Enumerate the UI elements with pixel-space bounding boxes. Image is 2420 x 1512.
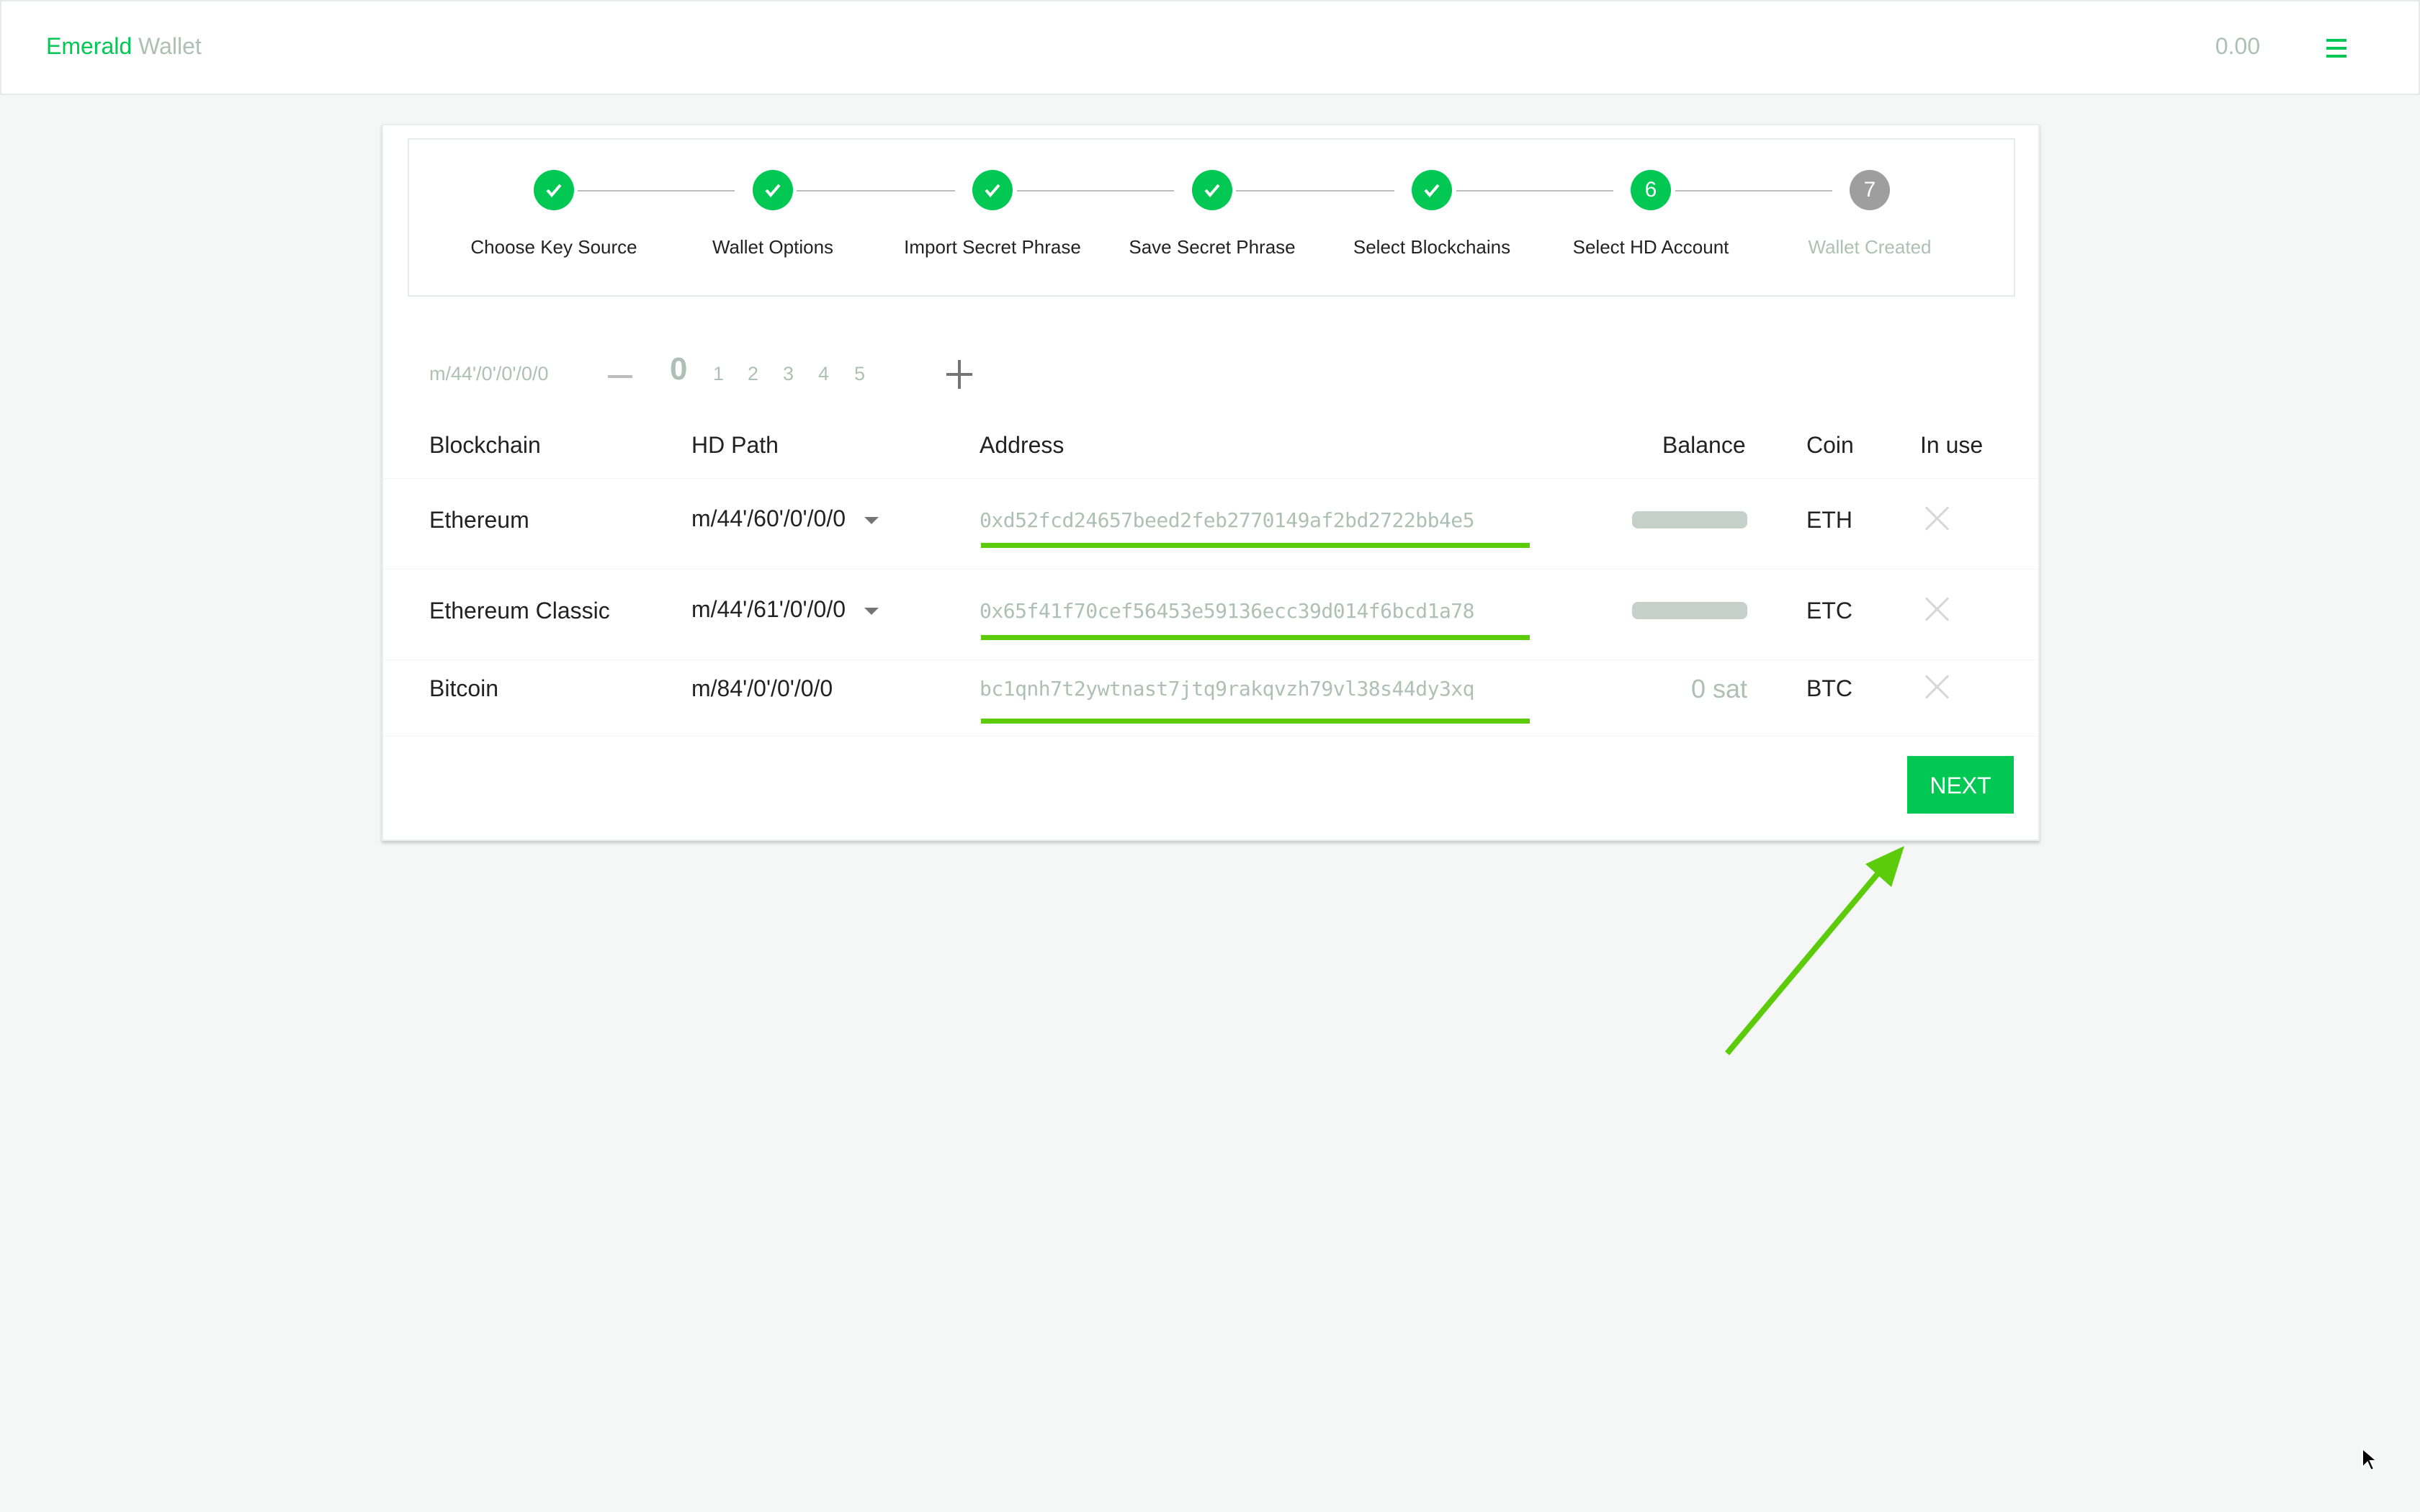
logo-secondary: Wallet: [138, 33, 202, 59]
account-option[interactable]: 4: [818, 363, 829, 385]
address-underline: [981, 719, 1530, 724]
app-logo[interactable]: Emerald Wallet: [46, 33, 202, 60]
address-field[interactable]: 0xd52fcd24657beed2feb2770149af2bd2722bb4…: [980, 508, 1475, 532]
step-connector: [1456, 190, 1613, 192]
step-label: Wallet Options: [712, 236, 834, 258]
header-coin: Coin: [1806, 432, 1854, 458]
mouse-cursor-icon: [2362, 1447, 2379, 1472]
account-option-selected[interactable]: 0: [670, 351, 687, 387]
hamburger-menu-icon[interactable]: [2326, 39, 2347, 58]
coin-ticker: ETH: [1806, 507, 1852, 533]
header-hd-path: HD Path: [691, 432, 779, 458]
hd-account-selector: m/44'/0'/0'/0/0 0 1 2 3 4 5: [429, 351, 1005, 397]
step-connector: [1017, 190, 1174, 192]
address-field[interactable]: bc1qnh7t2ywtnast7jtq9rakqvzh79vl38s44dy3…: [980, 677, 1475, 701]
step-connector: [1236, 190, 1394, 192]
header-in-use: In use: [1920, 432, 1984, 458]
step-connector: [1675, 190, 1832, 192]
row-divider: [383, 569, 2038, 570]
next-button[interactable]: NEXT: [1907, 756, 2014, 814]
step-label: Select HD Account: [1572, 236, 1729, 258]
app-header: Emerald Wallet 0.00: [0, 0, 2420, 95]
hd-path-value: m/44'/61'/0'/0/0: [691, 596, 846, 622]
row-divider: [383, 478, 2038, 479]
close-icon[interactable]: [1924, 674, 1950, 700]
chevron-down-icon[interactable]: [864, 607, 879, 615]
header-address: Address: [980, 432, 1065, 458]
step-label: Wallet Created: [1808, 236, 1932, 258]
check-icon: [972, 170, 1013, 210]
check-icon: [753, 170, 793, 210]
check-icon: [1192, 170, 1232, 210]
step-number-active: 6: [1631, 170, 1671, 210]
step-connector: [578, 190, 735, 192]
chevron-down-icon[interactable]: [864, 516, 879, 524]
balance-loading-skeleton: [1632, 511, 1747, 528]
base-hd-path: m/44'/0'/0'/0/0: [429, 363, 549, 384]
create-wallet-card: Choose Key Source Wallet Options Import …: [382, 124, 2040, 841]
wizard-stepper: Choose Key Source Wallet Options Import …: [408, 138, 2015, 297]
address-underline: [981, 543, 1530, 548]
logo-primary: Emerald: [46, 33, 133, 59]
hd-path-value: m/44'/60'/0'/0/0: [691, 505, 846, 531]
check-icon: [1412, 170, 1452, 210]
address-field[interactable]: 0x65f41f70cef56453e59136ecc39d014f6bcd1a…: [980, 599, 1475, 623]
coin-ticker: BTC: [1806, 675, 1852, 701]
step-label: Import Secret Phrase: [904, 236, 1081, 258]
total-balance: 0.00: [2215, 33, 2260, 59]
hd-path-value: m/84'/0'/0'/0/0: [691, 675, 833, 701]
plus-icon[interactable]: [946, 359, 972, 390]
account-option[interactable]: 2: [748, 363, 758, 385]
coin-ticker: ETC: [1806, 598, 1852, 624]
step-label: Save Secret Phrase: [1129, 236, 1296, 258]
balance-loading-skeleton: [1632, 602, 1747, 619]
account-option[interactable]: 5: [854, 363, 865, 385]
account-option[interactable]: 3: [783, 363, 794, 385]
account-option[interactable]: 1: [713, 363, 724, 385]
row-divider: [383, 736, 2038, 737]
hd-path-select[interactable]: m/44'/60'/0'/0/0: [691, 505, 879, 532]
step-number-pending: 7: [1850, 170, 1890, 210]
close-icon[interactable]: [1924, 596, 1950, 622]
blockchain-name: Ethereum: [429, 507, 529, 533]
hd-path-select[interactable]: m/44'/61'/0'/0/0: [691, 596, 879, 623]
address-underline: [981, 635, 1530, 640]
header-balance: Balance: [1662, 432, 1746, 458]
check-icon: [534, 170, 574, 210]
step-connector: [797, 190, 955, 192]
step-label: Select Blockchains: [1353, 236, 1511, 258]
step-label: Choose Key Source: [470, 236, 637, 258]
header-blockchain: Blockchain: [429, 432, 541, 458]
minus-icon[interactable]: [608, 361, 632, 390]
blockchain-name: Bitcoin: [429, 675, 499, 701]
blockchain-name: Ethereum Classic: [429, 598, 610, 624]
close-icon[interactable]: [1924, 505, 1950, 531]
balance-value: 0 sat: [1690, 674, 1747, 703]
